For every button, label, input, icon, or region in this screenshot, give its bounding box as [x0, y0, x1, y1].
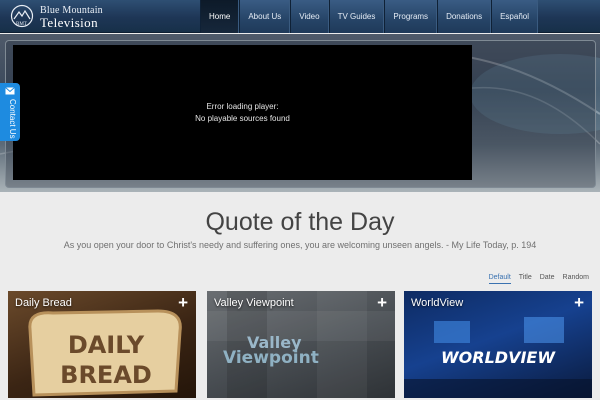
contact-us-label: Contact Us [8, 99, 17, 139]
program-card-valley-viewpoint[interactable]: Valley Viewpoint Valley Viewpoint + [207, 291, 395, 398]
site-header: BMT Blue Mountain Television Home About … [0, 0, 600, 33]
player-error-message: Error loading player: No playable source… [13, 45, 472, 180]
quote-heading: Quote of the Day [205, 208, 395, 236]
sort-tabs: Default Title Date Random [481, 274, 589, 284]
program-card-worldview[interactable]: WORLDVIEW WorldView + [404, 291, 592, 398]
sort-title[interactable]: Title [519, 274, 532, 284]
bmtv-logo-icon: BMT [10, 4, 34, 28]
svg-text:DAILY: DAILY [68, 331, 145, 359]
contact-us-tab[interactable]: Contact Us [0, 83, 20, 141]
plus-icon[interactable]: + [178, 294, 188, 311]
sort-default[interactable]: Default [488, 274, 511, 284]
sort-date[interactable]: Date [540, 274, 555, 284]
nav-donations[interactable]: Donations [437, 0, 492, 33]
svg-text:Viewpoint: Viewpoint [223, 348, 319, 368]
nav-espanol[interactable]: Español [491, 0, 539, 33]
brand-name-line2: Television [40, 15, 98, 30]
plus-icon[interactable]: + [574, 294, 584, 311]
nav-about-us[interactable]: About Us [239, 0, 291, 33]
svg-text:WORLDVIEW: WORLDVIEW [441, 348, 556, 367]
sort-random[interactable]: Random [563, 274, 589, 284]
player-error-title: Error loading player: [206, 101, 279, 111]
player-error-detail: No playable sources found [195, 113, 290, 123]
main-nav: Home About Us Video TV Guides Programs D… [200, 0, 539, 33]
video-player[interactable]: Error loading player: No playable source… [13, 45, 472, 180]
quote-text: As you open your door to Christ's needy … [63, 240, 537, 250]
nav-video[interactable]: Video [290, 0, 329, 33]
card-title: Valley Viewpoint [214, 297, 294, 309]
svg-text:BREAD: BREAD [60, 361, 152, 389]
brand-logo[interactable]: BMT Blue Mountain Television [8, 2, 118, 31]
card-title: WorldView [411, 297, 464, 309]
program-card-daily-bread[interactable]: DAILY BREAD Daily Bread + [8, 291, 196, 398]
nav-home[interactable]: Home [200, 0, 240, 33]
plus-icon[interactable]: + [377, 294, 387, 311]
card-title: Daily Bread [15, 297, 72, 309]
nav-tv-guides[interactable]: TV Guides [328, 0, 385, 33]
envelope-icon [5, 87, 15, 95]
nav-programs[interactable]: Programs [384, 0, 438, 33]
svg-text:BMT: BMT [16, 22, 27, 27]
